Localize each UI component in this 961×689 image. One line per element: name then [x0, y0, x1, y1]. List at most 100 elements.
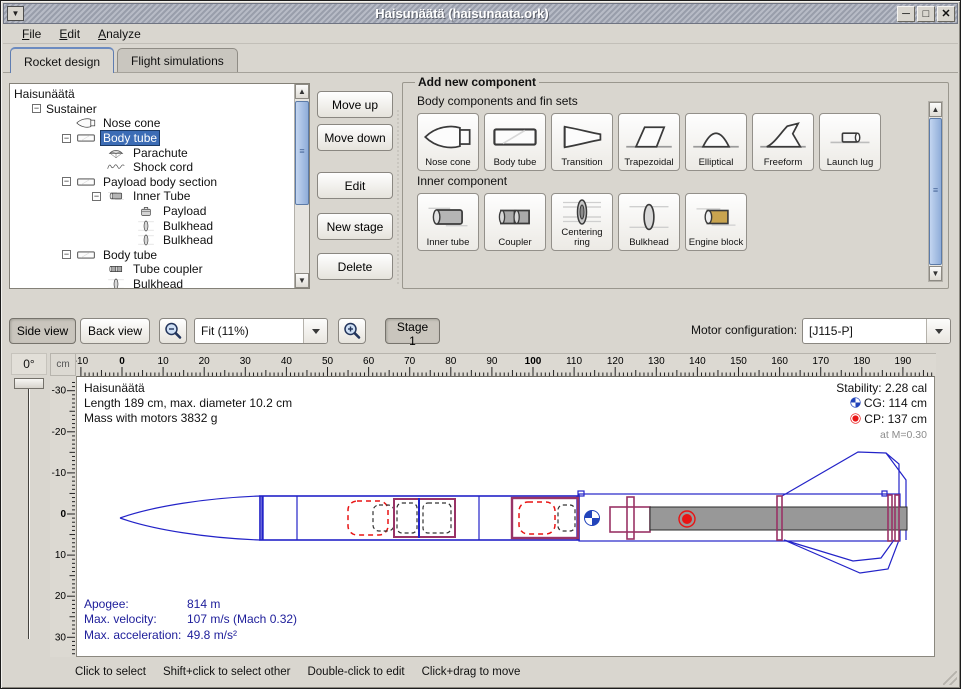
expander-icon[interactable]: − [32, 104, 41, 113]
component-tree[interactable]: Haisunäätä−SustainerNose cone−Body tubeP… [9, 83, 310, 289]
zoom-in-button[interactable] [338, 318, 366, 344]
window-menu-icon[interactable]: ▼ [7, 6, 24, 21]
minimize-button[interactable]: ─ [897, 6, 915, 22]
tree-body[interactable]: Haisunäätä−SustainerNose cone−Body tubeP… [10, 84, 294, 288]
horizontal-ruler: -100102030405060708090100110120130140150… [76, 353, 936, 376]
bodytube-icon [74, 131, 98, 145]
new-stage-button[interactable]: New stage [317, 213, 393, 240]
menu-file[interactable]: File [13, 25, 50, 43]
expander-icon[interactable]: − [62, 134, 71, 143]
tree-item-label: Shock cord [131, 160, 195, 174]
svg-text:140: 140 [689, 356, 706, 367]
add-component-title: Add new component [415, 75, 539, 89]
add-trapezoidal-button[interactable]: Trapezoidal [618, 113, 680, 171]
add-elliptical-button[interactable]: Elliptical [685, 113, 747, 171]
scrollbar-thumb[interactable] [929, 118, 942, 265]
cg-value: CG: 114 cm [864, 396, 927, 410]
chevron-down-icon[interactable] [303, 319, 327, 343]
tree-item-label: Bulkhead [161, 219, 215, 233]
payload-shape [397, 503, 417, 533]
scroll-up-icon[interactable]: ▲ [295, 84, 309, 99]
add-centering-ring-button[interactable]: Centering ring [551, 193, 613, 251]
group-label: Inner component [417, 174, 942, 188]
tree-item-tube-coupler[interactable]: Tube coupler [10, 262, 294, 277]
add-transition-button[interactable]: Transition [551, 113, 613, 171]
shock-cord-shape [558, 505, 575, 531]
resize-grip-icon[interactable] [943, 671, 957, 685]
add-bulkhead-button[interactable]: Bulkhead [618, 193, 680, 251]
svg-text:110: 110 [566, 356, 582, 367]
motor-configuration-label: Motor configuration: [691, 323, 797, 337]
side-view-button[interactable]: Side view [9, 318, 76, 344]
component-scrollbar[interactable]: ▲ ▼ [928, 101, 943, 282]
scroll-down-icon[interactable]: ▼ [929, 266, 942, 281]
edit-button[interactable]: Edit [317, 172, 393, 199]
zoom-value: Fit (11%) [201, 324, 303, 338]
tree-item-shock-cord[interactable]: Shock cord [10, 160, 294, 175]
stage-1-toggle[interactable]: Stage 1 [385, 318, 440, 344]
scroll-down-icon[interactable]: ▼ [295, 273, 309, 288]
tree-item-inner-tube[interactable]: −Inner Tube [10, 189, 294, 204]
svg-text:80: 80 [445, 356, 457, 367]
parachute-shape [348, 501, 388, 535]
title-bar[interactable]: ▼ Haisunäätä (haisunaata.ork) ─ □ ✕ [3, 3, 958, 24]
status-hint: Click to select [75, 666, 146, 678]
menu-analyze[interactable]: Analyze [89, 25, 150, 43]
add-coupler-button[interactable]: Coupler [484, 193, 546, 251]
add-freeform-button[interactable]: Freeform [752, 113, 814, 171]
add-launch-lug-button[interactable]: Launch lug [819, 113, 881, 171]
tree-item-parachute[interactable]: Parachute [10, 145, 294, 160]
cp-value: CP: 137 cm [864, 412, 927, 426]
add-body-tube-button[interactable]: Body tube [484, 113, 546, 171]
back-view-button[interactable]: Back view [80, 318, 150, 344]
rocket-figure-canvas[interactable]: Haisunäätä Length 189 cm, max. diameter … [76, 376, 935, 657]
tree-item-nose-cone[interactable]: Nose cone [10, 116, 294, 131]
rotation-slider-handle[interactable] [14, 378, 44, 389]
tree-item-bulkhead[interactable]: Bulkhead [10, 233, 294, 248]
add-inner-tube-button[interactable]: Inner tube [417, 193, 479, 251]
splitter-handle[interactable] [396, 109, 400, 285]
tree-item-bulkhead[interactable]: Bulkhead [10, 277, 294, 288]
zoom-select[interactable]: Fit (11%) [194, 318, 328, 344]
tree-item-sustainer[interactable]: −Sustainer [10, 102, 294, 117]
zoom-out-button[interactable] [159, 318, 187, 344]
scrollbar-thumb[interactable] [295, 101, 309, 205]
tab-flight-simulations[interactable]: Flight simulations [117, 48, 238, 72]
tab-rocket-design[interactable]: Rocket design [10, 47, 114, 73]
status-hint: Click+drag to move [422, 666, 521, 678]
tree-item-payload[interactable]: Payload [10, 204, 294, 219]
bulkhead-icon [134, 233, 158, 247]
ruler-unit: cm [50, 353, 76, 376]
motor-configuration-select[interactable]: [J115-P] [802, 318, 951, 344]
close-button[interactable]: ✕ [937, 6, 955, 22]
add-engine-block-button[interactable]: Engine block [685, 193, 747, 251]
expander-icon[interactable]: − [62, 250, 71, 259]
nosecone-icon [74, 116, 98, 130]
rotation-slider-track[interactable] [28, 381, 30, 639]
expander-icon[interactable]: − [62, 177, 71, 186]
menu-edit[interactable]: Edit [50, 25, 89, 43]
move-down-button[interactable]: Move down [317, 124, 393, 151]
tree-item-payload-body-section[interactable]: −Payload body section [10, 175, 294, 190]
delete-button[interactable]: Delete [317, 253, 393, 280]
tree-item-body-tube[interactable]: −Body tube [10, 131, 294, 146]
maximize-button[interactable]: □ [917, 6, 935, 22]
motor-configuration-value: [J115-P] [809, 324, 926, 338]
scroll-up-icon[interactable]: ▲ [929, 102, 942, 117]
svg-text:10: 10 [55, 550, 67, 561]
tree-item-label: Sustainer [44, 102, 99, 116]
tree-scrollbar[interactable]: ▲ ▼ [294, 84, 309, 288]
tree-item-label: Payload [161, 204, 208, 218]
bodytube-icon [74, 248, 98, 262]
svg-text:-10: -10 [76, 356, 89, 367]
tree-item-haisunäätä[interactable]: Haisunäätä [10, 87, 294, 102]
expander-icon[interactable]: − [92, 192, 101, 201]
svg-text:150: 150 [730, 356, 747, 367]
chevron-down-icon[interactable] [926, 319, 950, 343]
tree-item-bulkhead[interactable]: Bulkhead [10, 218, 294, 233]
svg-text:30: 30 [240, 356, 252, 367]
fin-shape [782, 452, 899, 496]
move-up-button[interactable]: Move up [317, 91, 393, 118]
tree-item-body-tube[interactable]: −Body tube [10, 248, 294, 263]
add-nose-cone-button[interactable]: Nose cone [417, 113, 479, 171]
